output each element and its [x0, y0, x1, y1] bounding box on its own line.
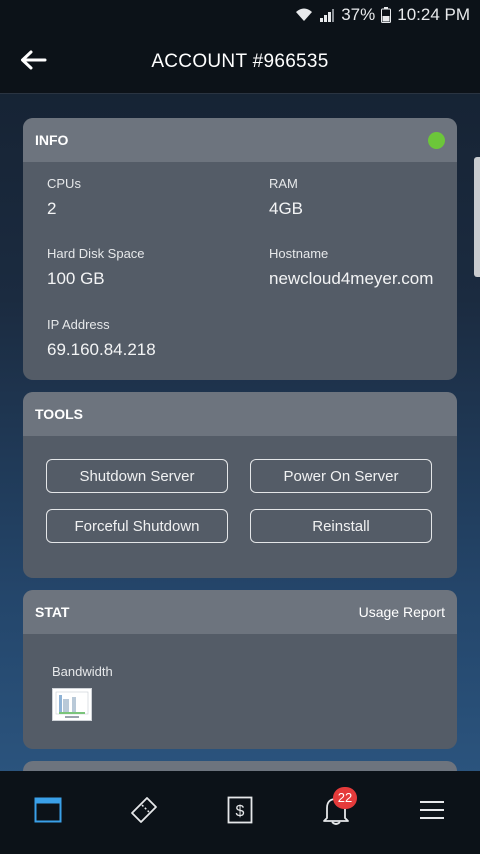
window-icon: [34, 797, 62, 828]
back-arrow-icon: [19, 49, 47, 76]
ip-address-label: IP Address: [47, 317, 110, 332]
info-title: INFO: [35, 132, 69, 148]
ram-label: RAM: [269, 176, 298, 191]
dollar-icon: $: [227, 796, 253, 829]
main-content[interactable]: INFO CPUs 2 RAM 4GB Hard Disk Space 100 …: [0, 95, 480, 771]
forceful-shutdown-button[interactable]: Forceful Shutdown: [46, 509, 228, 543]
tools-title: TOOLS: [35, 406, 83, 422]
reinstall-button[interactable]: Reinstall: [250, 509, 432, 543]
nav-servers[interactable]: [18, 783, 78, 843]
bandwidth-label: Bandwidth: [52, 664, 113, 679]
app-header: ACCOUNT #966535: [0, 30, 480, 94]
bandwidth-chart-thumbnail[interactable]: [52, 688, 92, 721]
clock: 10:24 PM: [397, 5, 470, 24]
battery-icon: [381, 7, 392, 23]
wifi-icon: [295, 7, 313, 23]
stat-body: Bandwidth: [23, 634, 457, 749]
usage-report-link[interactable]: Usage Report: [359, 604, 445, 620]
bottom-nav: $ 22: [0, 771, 480, 854]
tools-card-header: TOOLS: [23, 392, 457, 436]
cpus-label: CPUs: [47, 176, 81, 191]
disk-space-field: Hard Disk Space 100 GB: [47, 246, 145, 289]
svg-text:$: $: [236, 803, 245, 820]
scroll-handle[interactable]: [474, 157, 480, 277]
nav-notifications[interactable]: 22: [306, 783, 366, 843]
page-title: ACCOUNT #966535: [151, 50, 329, 72]
ram-value: 4GB: [269, 199, 304, 218]
tools-body: Shutdown Server Power On Server Forceful…: [23, 436, 457, 578]
menu-icon: [419, 799, 445, 826]
next-card: [23, 761, 457, 771]
next-card-header: [23, 761, 457, 771]
cpus-field: CPUs 2: [47, 176, 81, 219]
tools-card: TOOLS Shutdown Server Power On Server Fo…: [23, 392, 457, 578]
battery-percent: 37%: [341, 5, 376, 24]
hostname-field: Hostname newcloud4meyer.com: [269, 246, 433, 289]
cpus-value: 2: [47, 199, 57, 218]
stat-title: STAT: [35, 604, 70, 620]
notification-badge: 22: [333, 786, 357, 809]
ip-address-field: IP Address 69.160.84.218: [47, 317, 156, 360]
hostname-value: newcloud4meyer.com: [269, 269, 434, 288]
nav-coupons[interactable]: [114, 783, 174, 843]
hostname-label: Hostname: [269, 246, 329, 261]
nav-billing[interactable]: $: [210, 783, 270, 843]
ip-address-value: 69.160.84.218: [47, 340, 156, 359]
shutdown-server-button[interactable]: Shutdown Server: [46, 459, 228, 493]
status-bar: 37% 10:24 PM: [0, 0, 480, 30]
power-on-server-button[interactable]: Power On Server: [250, 459, 432, 493]
tag-icon: [129, 795, 159, 830]
ram-field: RAM 4GB: [269, 176, 303, 219]
disk-space-label: Hard Disk Space: [47, 246, 145, 261]
signal-icon: [319, 7, 335, 23]
nav-menu[interactable]: [402, 783, 462, 843]
disk-space-value: 100 GB: [47, 269, 105, 288]
back-button[interactable]: [14, 44, 52, 80]
info-card: INFO CPUs 2 RAM 4GB Hard Disk Space 100 …: [23, 118, 457, 380]
stat-card-header: STAT Usage Report: [23, 590, 457, 634]
online-status-indicator: [428, 131, 445, 149]
info-grid: CPUs 2 RAM 4GB Hard Disk Space 100 GB Ho…: [23, 162, 457, 380]
info-card-header: INFO: [23, 118, 457, 162]
stat-card: STAT Usage Report Bandwidth: [23, 590, 457, 749]
